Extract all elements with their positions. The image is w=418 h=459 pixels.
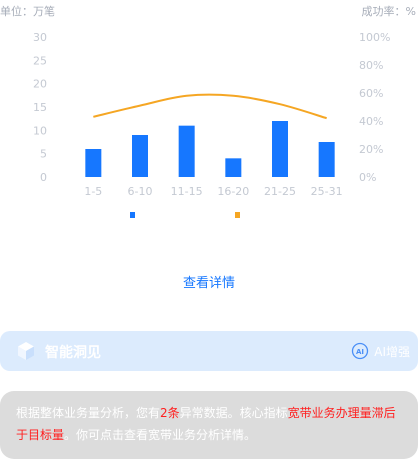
y-left-tick-label: 10 bbox=[33, 124, 47, 137]
view-details-link[interactable]: 查看详情 bbox=[0, 272, 418, 291]
y-left-tick-label: 15 bbox=[33, 101, 47, 114]
y-left-tick-label: 0 bbox=[40, 171, 47, 184]
y-right-tick-label: 40% bbox=[359, 115, 383, 128]
right-axis-unit: 成功率：% bbox=[361, 5, 416, 18]
insight-message: 根据整体业务量分析，您有2条异常数据。核心指标宽带业务办理量滞后于目标量。你可点… bbox=[0, 391, 418, 459]
message-text: 根据整体业务量分析，您有 bbox=[16, 406, 161, 420]
legend-line-marker bbox=[235, 212, 240, 218]
x-tick-label: 1-5 bbox=[84, 185, 102, 198]
left-axis-unit: 单位：万笔 bbox=[0, 5, 55, 18]
ai-enhance-label: AI增强 bbox=[374, 344, 410, 359]
message-text: 异常数据。核心指标 bbox=[179, 406, 288, 420]
legend-bar-marker bbox=[130, 212, 135, 218]
bar bbox=[85, 149, 102, 177]
bar bbox=[225, 158, 242, 177]
bar bbox=[132, 135, 148, 177]
smart-insight-bar[interactable]: 智能洞见 AI AI增强 bbox=[0, 331, 418, 371]
x-tick-label: 16-20 bbox=[217, 185, 249, 198]
cube-icon bbox=[18, 342, 34, 360]
success-rate-line bbox=[93, 93, 327, 120]
message-text: 。你可点击查看宽带业务分析详情。 bbox=[64, 428, 257, 442]
ai-icon: AI bbox=[352, 342, 369, 360]
x-tick-label: 25-31 bbox=[311, 185, 343, 198]
insight-title: 智能洞见 bbox=[45, 345, 101, 361]
svg-text:AI: AI bbox=[356, 348, 364, 356]
y-right-tick-label: 0% bbox=[359, 171, 376, 184]
y-left-tick-label: 5 bbox=[40, 148, 47, 161]
x-tick-label: 11-15 bbox=[171, 185, 203, 198]
y-right-tick-label: 60% bbox=[359, 87, 383, 100]
y-right-tick-label: 20% bbox=[359, 143, 383, 156]
y-left-tick-label: 25 bbox=[33, 54, 47, 67]
bar bbox=[318, 142, 335, 177]
x-tick-label: 21-25 bbox=[264, 185, 296, 198]
x-tick-label: 6-10 bbox=[128, 185, 153, 198]
y-right-tick-label: 80% bbox=[359, 59, 383, 72]
anomaly-count: 2条 bbox=[160, 406, 180, 420]
bar bbox=[178, 125, 195, 177]
ai-enhance-button[interactable]: AI AI增强 bbox=[351, 341, 410, 361]
business-volume-chart: 0 5 10 15 20 25 30 0% 20% 40% 60% 80% 100% 1-5 6-10 11-… bbox=[33, 31, 390, 218]
y-right-tick-label: 100% bbox=[359, 31, 390, 44]
y-left-tick-label: 30 bbox=[33, 31, 47, 44]
bar bbox=[272, 121, 288, 177]
y-left-tick-label: 20 bbox=[33, 78, 47, 91]
